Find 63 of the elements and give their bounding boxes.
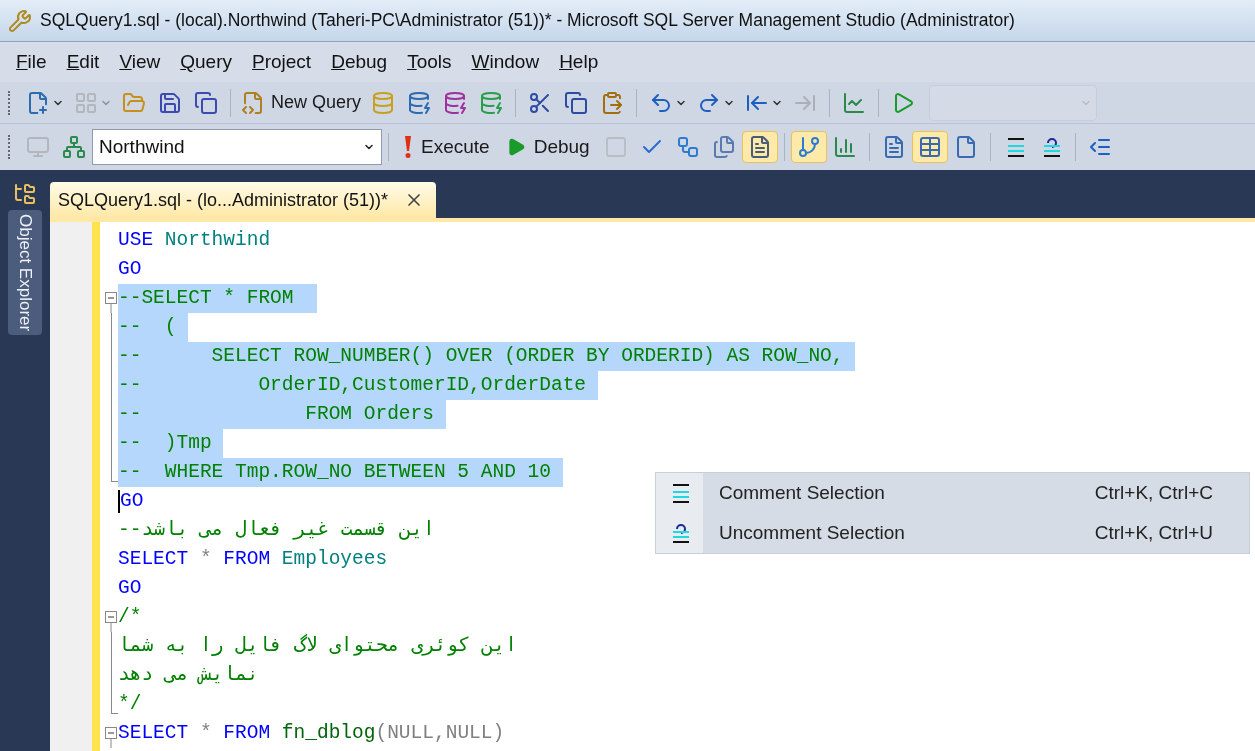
paste-icon <box>600 90 625 115</box>
shortcut-label: Ctrl+K, Ctrl+C <box>1094 480 1213 505</box>
database-select[interactable]: Northwind <box>92 129 382 165</box>
shortcut-label: Ctrl+K, Ctrl+U <box>1094 520 1213 545</box>
database-icon <box>407 90 432 115</box>
debug-button[interactable]: Debug <box>497 129 598 165</box>
grid-button[interactable] <box>911 131 948 163</box>
menu-item[interactable]: Debug <box>323 47 396 77</box>
code-line: GO <box>118 576 142 601</box>
chart-icon <box>842 90 867 115</box>
code-line: نمایش می دهد <box>118 663 259 688</box>
code-line: USE Northwind <box>118 228 271 253</box>
code-line: --این قسمت غیر فعال می باشد <box>118 518 435 543</box>
menu-item-label: Uncomment Selection <box>719 520 906 545</box>
network-icon <box>62 135 86 159</box>
object-explorer-icon[interactable] <box>13 182 37 206</box>
menu-item[interactable]: View <box>111 47 169 77</box>
code-line: SELECT * FROM fn_dblog(NULL,NULL) <box>118 721 505 746</box>
folder-icon <box>122 90 146 115</box>
stop-icon <box>603 135 628 159</box>
copy-icon <box>564 90 589 115</box>
menu-item[interactable]: Help <box>551 47 607 77</box>
diagram-button[interactable] <box>790 131 827 163</box>
window-title: SQLQuery1.sql - (local).Northwind (Taheri-PC\Administrator (51))* - Microsoft SQL Server Management Studio (Administrator) <box>40 9 1015 33</box>
computer-icon <box>26 135 50 159</box>
database-icon <box>479 90 504 115</box>
menu-item[interactable]: Window <box>463 47 548 77</box>
menu-item[interactable]: Uncomment Selection Ctrl+K, Ctrl+U <box>656 513 1249 553</box>
object-explorer-tab[interactable]: Object Explorer <box>8 210 42 336</box>
tab-title: SQLQuery1.sql - (lo...Administrator (51))* <box>58 188 389 212</box>
menu-item[interactable]: Edit <box>58 47 108 77</box>
document-button[interactable] <box>741 131 778 163</box>
editor-tab[interactable]: SQLQuery1.sql - (lo...Administrator (51))* <box>50 182 437 218</box>
menu-item-label: Comment Selection <box>719 480 886 505</box>
menu-item[interactable]: File <box>8 47 55 77</box>
database-name: Northwind <box>99 134 185 159</box>
new-query-button[interactable]: New Query <box>237 86 366 119</box>
grid-icon <box>74 90 98 115</box>
code-line: */ <box>118 692 142 717</box>
save-icon <box>158 90 182 115</box>
grid-icon <box>917 135 942 159</box>
database-icon <box>443 90 468 115</box>
menu-item[interactable]: Project <box>244 47 320 77</box>
windows-icon <box>711 135 736 159</box>
new-file-icon <box>26 90 50 115</box>
code-line: SELECT * FROM Employees <box>118 547 388 572</box>
menu-item[interactable]: Comment Selection Ctrl+K, Ctrl+C <box>656 473 1249 513</box>
code-line: /* <box>118 605 142 630</box>
bar-chart-icon <box>832 135 857 159</box>
text-caret <box>118 490 120 513</box>
code-line: GO <box>120 489 144 514</box>
app-icon <box>8 8 32 33</box>
diagram-icon <box>796 135 821 159</box>
new-query-icon <box>241 90 265 115</box>
exclamation-icon <box>403 135 413 159</box>
menu-item[interactable]: Tools <box>399 47 460 77</box>
save-all-icon <box>194 90 218 115</box>
diagram-icon <box>675 135 700 159</box>
execute-button[interactable]: Execute <box>395 129 498 165</box>
code-line: GO <box>118 257 142 282</box>
code-line: این کوئری محتوای لاگ فایل را به شما <box>118 633 517 659</box>
database-icon <box>371 90 396 115</box>
menu-item[interactable]: Query <box>172 47 240 77</box>
